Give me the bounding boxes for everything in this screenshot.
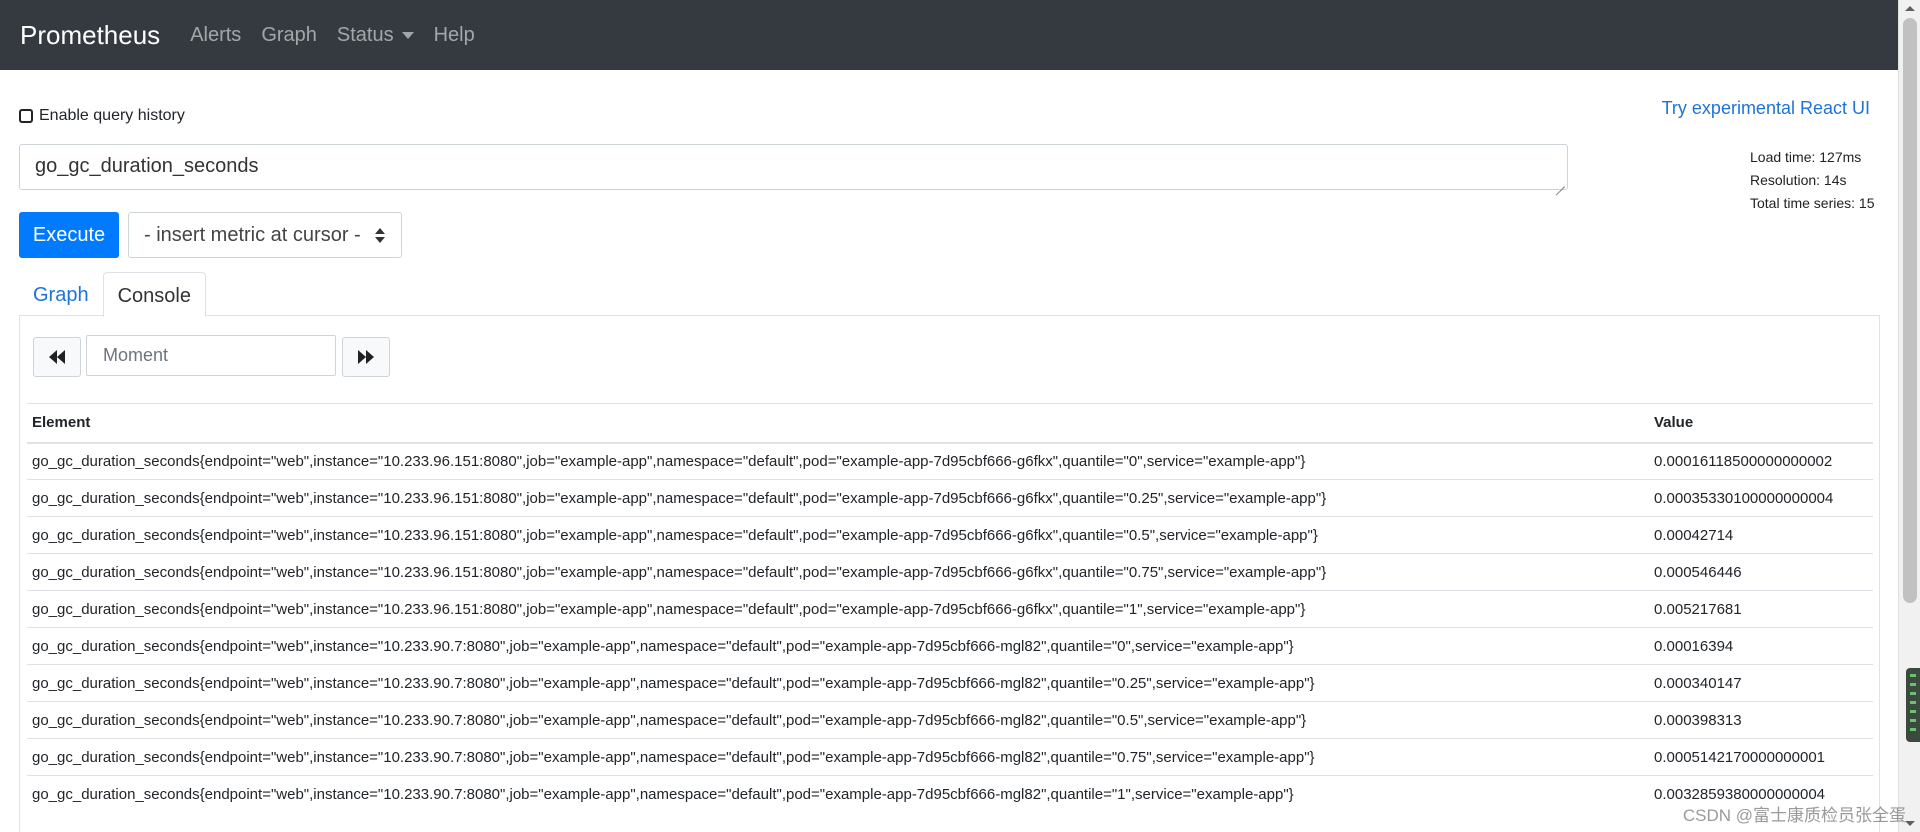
table-row: go_gc_duration_seconds{endpoint="web",in… [27, 738, 1873, 776]
nav-status-dropdown[interactable]: Status [337, 24, 414, 47]
tab-console[interactable]: Console [102, 272, 206, 317]
table-row: go_gc_duration_seconds{endpoint="web",in… [27, 479, 1873, 517]
table-row: go_gc_duration_seconds{endpoint="web",in… [27, 590, 1873, 628]
caret-down-icon [401, 31, 414, 39]
element-cell: go_gc_duration_seconds{endpoint="web",in… [27, 738, 1649, 776]
element-cell: go_gc_duration_seconds{endpoint="web",in… [27, 516, 1649, 554]
value-cell: 0.000398313 [1649, 701, 1873, 739]
view-tabs: Graph Console [19, 272, 206, 317]
nav-help[interactable]: Help [434, 24, 475, 47]
tab-graph[interactable]: Graph [19, 272, 103, 316]
resolution: Resolution: 14s [1750, 172, 1847, 188]
nav-alerts[interactable]: Alerts [190, 24, 241, 47]
watermark: CSDN @富士康质检员张全蛋 [1682, 806, 1906, 825]
table-row: go_gc_duration_seconds{endpoint="web",in… [27, 516, 1873, 554]
element-cell: go_gc_duration_seconds{endpoint="web",in… [27, 442, 1649, 480]
load-time: Load time: 127ms [1750, 149, 1862, 165]
moment-forward-button[interactable] [342, 337, 390, 377]
insert-metric-select[interactable]: - insert metric at cursor - [128, 212, 402, 258]
element-cell: go_gc_duration_seconds{endpoint="web",in… [27, 775, 1649, 813]
insert-metric-label: - insert metric at cursor - [144, 223, 361, 246]
query-history-label: Enable query history [39, 107, 185, 124]
scrollbar-thumb[interactable] [1903, 18, 1917, 603]
nav-graph[interactable]: Graph [261, 24, 317, 47]
fast-backward-icon [49, 350, 65, 364]
resize-grip-icon[interactable] [1555, 177, 1565, 187]
select-arrows-icon [375, 228, 385, 244]
fast-forward-icon [358, 350, 374, 364]
side-widget-tab[interactable] [1906, 668, 1920, 742]
nav-status-label: Status [336, 23, 394, 46]
total-time-series: Total time series: 15 [1750, 195, 1875, 211]
moment-input[interactable]: Moment [86, 335, 336, 376]
table-row: go_gc_duration_seconds{endpoint="web",in… [27, 442, 1873, 480]
query-history-checkbox[interactable] [19, 109, 33, 123]
element-cell: go_gc_duration_seconds{endpoint="web",in… [27, 590, 1649, 628]
table-row: go_gc_duration_seconds{endpoint="web",in… [27, 701, 1873, 739]
value-cell: 0.0005142170000000001 [1649, 738, 1873, 776]
scroll-down-icon[interactable] [1905, 821, 1915, 826]
element-cell: go_gc_duration_seconds{endpoint="web",in… [27, 664, 1649, 702]
brand-logo[interactable]: Prometheus [20, 20, 160, 51]
table-header-row: Element Value [27, 403, 1873, 444]
value-cell: 0.00042714 [1649, 516, 1873, 554]
element-cell: go_gc_duration_seconds{endpoint="web",in… [27, 627, 1649, 665]
expression-value: go_gc_duration_seconds [35, 155, 259, 177]
value-column-header: Value [1649, 403, 1873, 444]
expression-input[interactable]: go_gc_duration_seconds [19, 144, 1568, 190]
results-table: Element Value go_gc_duration_seconds{end… [27, 403, 1873, 813]
execute-button[interactable]: Execute [19, 212, 119, 258]
element-cell: go_gc_duration_seconds{endpoint="web",in… [27, 701, 1649, 739]
table-row: go_gc_duration_seconds{endpoint="web",in… [27, 627, 1873, 665]
element-column-header: Element [27, 403, 1649, 444]
table-row: go_gc_duration_seconds{endpoint="web",in… [27, 775, 1873, 813]
scroll-up-icon[interactable] [1905, 6, 1915, 11]
value-cell: 0.00016118500000000002 [1649, 442, 1873, 480]
table-row: go_gc_duration_seconds{endpoint="web",in… [27, 553, 1873, 591]
element-cell: go_gc_duration_seconds{endpoint="web",in… [27, 553, 1649, 591]
value-cell: 0.005217681 [1649, 590, 1873, 628]
value-cell: 0.00035330100000000004 [1649, 479, 1873, 517]
react-ui-link[interactable]: Try experimental React UI [1662, 98, 1870, 119]
value-cell: 0.000546446 [1649, 553, 1873, 591]
element-cell: go_gc_duration_seconds{endpoint="web",in… [27, 479, 1649, 517]
value-cell: 0.00016394 [1649, 627, 1873, 665]
top-navbar: Prometheus Alerts Graph Status Help [0, 0, 1898, 70]
moment-back-button[interactable] [33, 337, 81, 377]
value-cell: 0.000340147 [1649, 664, 1873, 702]
query-stats: Load time: 127ms Resolution: 14s Total t… [1750, 146, 1875, 215]
query-history-toggle[interactable]: Enable query history [19, 107, 185, 125]
table-row: go_gc_duration_seconds{endpoint="web",in… [27, 664, 1873, 702]
